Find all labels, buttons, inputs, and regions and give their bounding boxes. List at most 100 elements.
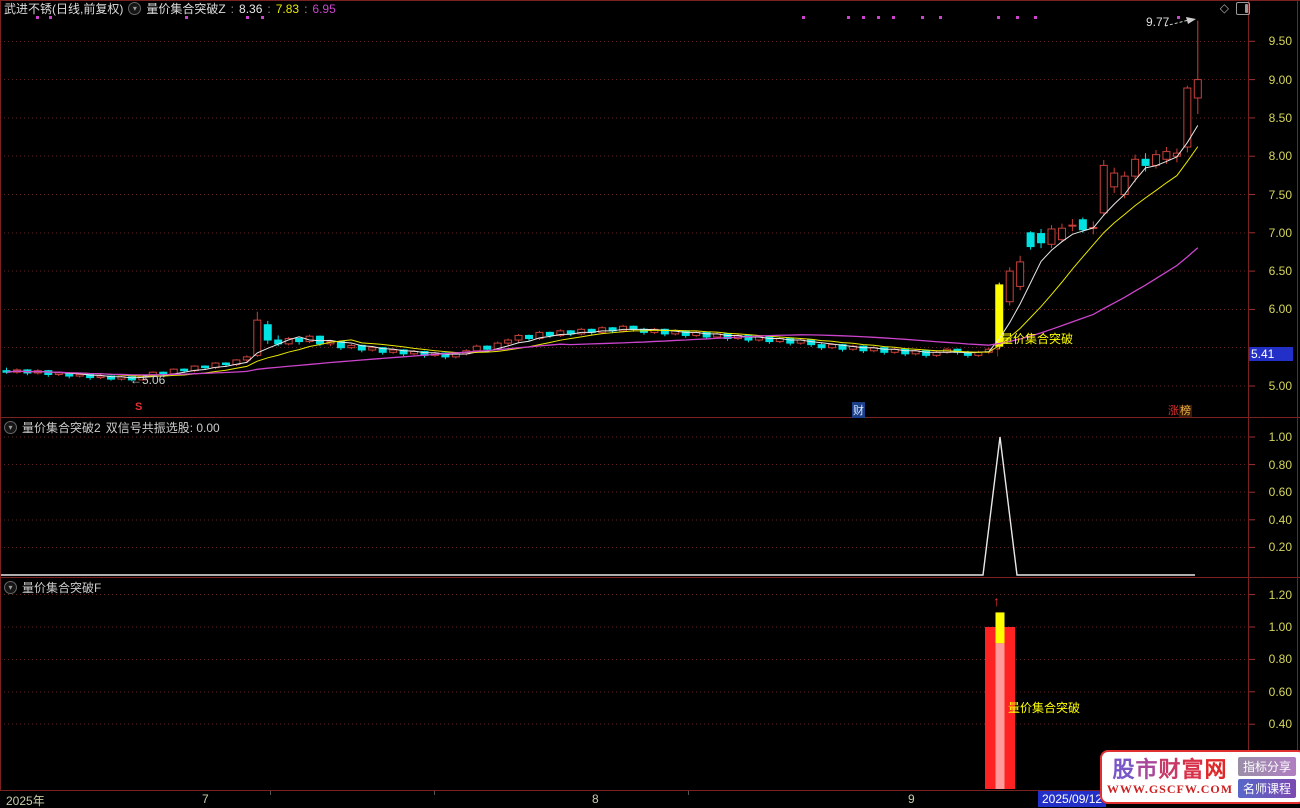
timeline-label: 2025年 (6, 794, 45, 808)
candlestick (514, 334, 523, 341)
event-marker-finance[interactable]: 财 (852, 402, 865, 418)
stock-chart-app: 武进不锈(日线,前复权) ▾ 量价集合突破Z : 8.36 : 7.83 : 6… (0, 0, 1300, 808)
candlestick (221, 362, 230, 366)
chart-canvas[interactable] (0, 0, 1300, 808)
candlestick (201, 365, 210, 369)
candlestick (75, 374, 84, 377)
signal-dot (862, 16, 865, 19)
event-marker-rise-list[interactable]: 涨榜 (1168, 402, 1192, 418)
candlestick (828, 344, 837, 349)
candlestick (368, 347, 377, 351)
candlestick (1078, 219, 1087, 231)
signal-dot (847, 16, 850, 19)
candlestick (1141, 158, 1150, 166)
axis-label: 5.00 (1268, 379, 1292, 393)
axis-label: 9.50 (1268, 34, 1292, 49)
panel3-bar (995, 643, 1005, 789)
indicator-name: 量价集合突破Z (146, 2, 226, 16)
candlestick (859, 345, 868, 352)
panel3-signal-arrow-icon: ↑ (993, 593, 1000, 609)
left-arrow-icon: ← (130, 373, 142, 387)
collapse-panel2-icon[interactable]: ▾ (4, 421, 17, 434)
panel2-indicator-name: 量价集合突破2 (22, 421, 101, 435)
axis-label: 0.40 (1268, 512, 1292, 527)
signal-dot (246, 16, 249, 19)
breakout-signal-label: 量价集合突破 (1001, 332, 1074, 346)
axis-label: 1.20 (1268, 587, 1292, 602)
stock-title: 武进不锈(日线,前复权) (4, 2, 124, 16)
signal-dot (877, 16, 880, 19)
titlebar-icons: ◇ (1220, 1, 1250, 15)
timeline-label: 9 (908, 792, 915, 806)
watermark-site-name: 股市财富网 (1112, 756, 1228, 782)
candlestick (54, 372, 63, 376)
axis-label: 0.60 (1268, 684, 1292, 699)
axis-label: 1.00 (1268, 620, 1292, 634)
candlestick (1099, 164, 1108, 214)
candlestick (1110, 172, 1119, 188)
candlestick (504, 339, 513, 344)
panel3-bar (995, 612, 1005, 644)
axis-label: 6.00 (1268, 302, 1292, 317)
panel3-indicator-name: 量价集合突破F (22, 581, 102, 595)
candlestick (389, 349, 398, 353)
window-layout-icon[interactable] (1236, 1, 1250, 15)
panel3-separator (0, 577, 1300, 578)
axis-label: 7.50 (1268, 187, 1292, 202)
candlestick (1026, 232, 1035, 248)
candlestick (1131, 158, 1140, 177)
timeline-label: 7 (202, 792, 209, 806)
axis-label: 0.40 (1268, 717, 1292, 732)
indicator-value-2: 7.83 (275, 1, 300, 16)
signal-dot (939, 16, 942, 19)
timeline-tick (434, 791, 435, 795)
signal-dot (802, 16, 805, 19)
separator: : (230, 1, 235, 16)
watermark-tag: 名师课程 (1238, 778, 1297, 798)
watermark-tag: 指标分享 (1238, 756, 1297, 776)
candlestick (817, 344, 826, 349)
high-price-label: 9.77 (1146, 15, 1170, 29)
candlestick (1047, 228, 1056, 245)
axis-label: 7.00 (1268, 225, 1292, 240)
candlestick (681, 330, 690, 336)
candlestick (180, 368, 189, 372)
axis-border (1248, 0, 1249, 791)
candlestick (263, 324, 272, 341)
signal-dot (997, 16, 1000, 19)
collapse-panel3-icon[interactable]: ▾ (4, 581, 17, 594)
low-price-label: ←5.06 (130, 373, 166, 387)
panel2-signal-line (0, 436, 1195, 576)
panel3-header: ▾ 量价集合突破F (4, 579, 101, 596)
candlestick (1193, 79, 1202, 99)
candlestick (253, 319, 262, 356)
candlestick (1037, 233, 1046, 244)
titlebar: 武进不锈(日线,前复权) ▾ 量价集合突破Z : 8.36 : 7.83 : 6… (4, 1, 336, 17)
selected-date-tag: 2025/09/12 (1038, 791, 1107, 807)
candlestick (1016, 261, 1025, 287)
timeline-tick (688, 791, 689, 795)
signal-dot (1177, 16, 1180, 19)
signal-dot (1016, 16, 1019, 19)
buy-signal-arrow-icon: ↑ (994, 343, 1002, 360)
collapse-main-icon[interactable]: ▾ (128, 2, 142, 15)
candlestick (347, 344, 356, 349)
timeline-tick (270, 791, 271, 795)
right-border (1297, 0, 1298, 808)
candlestick (1057, 227, 1066, 241)
candlestick (169, 368, 178, 375)
separator: : (267, 1, 271, 16)
diamond-icon[interactable]: ◇ (1220, 1, 1229, 15)
axis-label: 8.00 (1268, 149, 1292, 164)
axis-label: 0.20 (1268, 540, 1292, 555)
separator: : (304, 1, 308, 16)
axis-label: 0.80 (1268, 652, 1292, 667)
axis-label: 8.50 (1268, 110, 1292, 125)
candlestick (295, 338, 304, 343)
candlestick (483, 345, 492, 350)
indicator-value-1: 8.36 (239, 1, 263, 16)
candlestick (525, 334, 533, 340)
last-price-tag: 5.41 (1249, 347, 1293, 361)
event-marker-s[interactable]: S (135, 401, 142, 413)
timeline-label: 8 (592, 792, 599, 806)
